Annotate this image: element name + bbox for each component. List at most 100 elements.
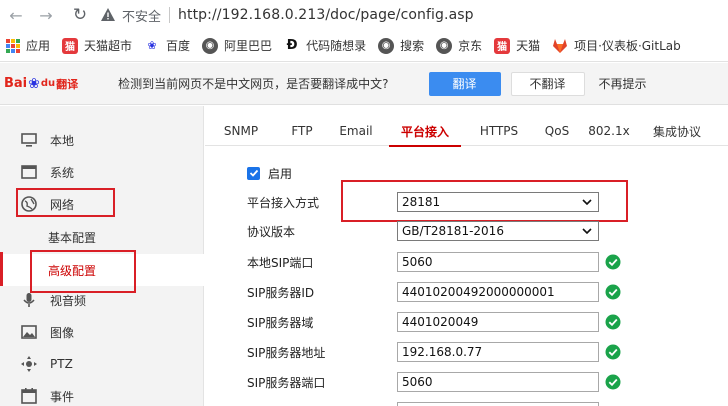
translate-button[interactable]: 翻译: [428, 71, 501, 96]
check-ok-icon: [605, 284, 621, 300]
bookmark-tmall[interactable]: 猫 天猫: [494, 37, 540, 54]
tab-platform-access[interactable]: 平台接入: [385, 116, 465, 147]
chevron-down-icon: [582, 228, 592, 234]
sip-server-id-input[interactable]: 44010200492000000001: [397, 282, 599, 302]
baidu-translate-logo: Bai ❀ du 翻译: [4, 75, 79, 92]
form-row-sip-server-address: SIP服务器地址 192.168.0.77: [247, 341, 621, 363]
warning-icon[interactable]: [100, 7, 116, 23]
check-ok-icon: [605, 314, 621, 330]
form-row-sip-server-domain: SIP服务器域 4401020049: [247, 311, 621, 333]
tmall-icon: 猫: [62, 37, 79, 54]
bookmark-label: 天猫超市: [84, 39, 133, 53]
form-row-sip-server-port: SIP服务器端口 5060: [247, 371, 621, 393]
reload-icon[interactable]: ↻: [70, 5, 90, 25]
protocol-version-select[interactable]: GB/T28181-2016: [397, 221, 599, 241]
form-label: SIP服务器端口: [247, 375, 326, 390]
bookmarks-bar: 应用 猫 天猫超市 ❀ 百度 ◉ 阿里巴巴 Ð 代码随想录 ◉ 搜索 ◉ 京东 …: [0, 30, 728, 62]
sidebar-item-image[interactable]: 图像: [0, 316, 204, 348]
bookmark-code-notes[interactable]: Ð 代码随想录: [284, 37, 366, 54]
globe-icon: ◉: [202, 37, 219, 54]
ptz-icon: [21, 356, 37, 372]
no-translate-button[interactable]: 不翻译: [510, 71, 585, 96]
tab-bar: SNMP FTP Email 平台接入 HTTPS QoS 802.1x 集成协…: [205, 116, 728, 147]
globe-icon: ◉: [378, 37, 395, 54]
tmall-icon: 猫: [494, 37, 511, 54]
form-label: SIP服务器域: [247, 315, 314, 330]
tab-integration-protocol[interactable]: 集成协议: [637, 116, 717, 146]
bookmark-label: 搜索: [400, 39, 425, 53]
enable-label: 启用: [268, 166, 293, 181]
form-row-local-sip-port: 本地SIP端口 5060: [247, 251, 621, 273]
sidebar-item-event[interactable]: 事件: [0, 380, 204, 406]
form-row-protocol-version: 协议版本 GB/T28181-2016: [247, 220, 599, 242]
form-label: SIP服务器ID: [247, 285, 315, 300]
sidebar-item-ptz[interactable]: PTZ: [0, 348, 204, 380]
bookmark-label: 京东: [458, 39, 483, 53]
bookmark-search[interactable]: ◉ 搜索: [378, 37, 424, 54]
sidebar-item-label: 本地: [50, 133, 75, 148]
sidebar-subitem-basic[interactable]: 基本配置: [0, 221, 204, 253]
bookmark-label: 项目·仪表板·GitLab: [574, 39, 681, 53]
address-bar: ← → ↻ 不安全 http://192.168.0.213/doc/page/…: [0, 0, 728, 30]
local-sip-port-input[interactable]: 5060: [397, 252, 599, 272]
insecure-label[interactable]: 不安全: [122, 6, 161, 25]
globe-icon: ◉: [436, 37, 453, 54]
tab-qos[interactable]: QoS: [533, 116, 581, 146]
bookmark-jd[interactable]: ◉ 京东: [436, 37, 482, 54]
sip-server-port-input[interactable]: 5060: [397, 372, 599, 392]
check-ok-icon: [605, 254, 621, 270]
form-label: SIP服务器地址: [247, 345, 326, 360]
bookmark-alibaba[interactable]: ◉ 阿里巴巴: [202, 37, 272, 54]
enable-checkbox[interactable]: [247, 166, 260, 180]
annotation-box-access-mode: [341, 180, 628, 222]
sip-server-domain-input[interactable]: 4401020049: [397, 312, 599, 332]
baidu-paw-icon: ❀: [28, 75, 40, 92]
calendar-icon: [21, 388, 37, 404]
window-icon: [21, 165, 37, 179]
monitor-icon: [21, 133, 37, 147]
back-arrow-icon[interactable]: ←: [6, 5, 26, 25]
translate-message: 检测到当前网页不是中文网页，是否要翻译成中文?: [118, 77, 389, 91]
tab-ftp[interactable]: FTP: [277, 116, 327, 146]
tab-snmp[interactable]: SNMP: [205, 116, 277, 146]
bookmark-label: 百度: [166, 39, 191, 53]
form-row-sip-server-id: SIP服务器ID 44010200492000000001: [247, 281, 621, 303]
config-content: SNMP FTP Email 平台接入 HTTPS QoS 802.1x 集成协…: [205, 106, 728, 406]
baidu-paw-icon: ❀: [144, 37, 161, 54]
sidebar-item-label: 系统: [50, 165, 75, 180]
annotation-box-network: [16, 188, 115, 217]
next-field-partial[interactable]: [397, 402, 599, 406]
forward-arrow-icon[interactable]: →: [36, 5, 56, 25]
tab-https[interactable]: HTTPS: [465, 116, 533, 146]
form-label: 本地SIP端口: [247, 255, 314, 270]
url-box[interactable]: 不安全 http://192.168.0.213/doc/page/config…: [100, 1, 728, 29]
bookmark-label: 阿里巴巴: [224, 39, 273, 53]
check-ok-icon: [605, 374, 621, 390]
bookmark-label: 天猫: [516, 39, 541, 53]
check-ok-icon: [605, 344, 621, 360]
bookmark-label: 应用: [26, 39, 51, 53]
active-indicator: [0, 252, 3, 286]
image-icon: [21, 325, 37, 339]
sidebar-item-label: 图像: [50, 325, 75, 340]
sidebar-item-audio-video[interactable]: 视音频: [0, 284, 204, 316]
form-label: 协议版本: [247, 224, 296, 239]
bookmark-gitlab[interactable]: 项目·仪表板·GitLab: [552, 37, 681, 54]
bookmark-tmall-market[interactable]: 猫 天猫超市: [62, 37, 132, 54]
translate-bar: Bai ❀ du 翻译 检测到当前网页不是中文网页，是否要翻译成中文? 翻译 不…: [0, 63, 728, 105]
url-text[interactable]: http://192.168.0.213/doc/page/config.asp: [178, 7, 474, 23]
sidebar-item-local[interactable]: 本地: [0, 124, 204, 156]
enable-row: 启用: [247, 164, 292, 182]
bookmark-apps[interactable]: 应用: [6, 37, 50, 54]
gitlab-fox-icon: [553, 38, 568, 53]
tab-8021x[interactable]: 802.1x: [581, 116, 637, 146]
never-show-link[interactable]: 不再提示: [599, 75, 647, 92]
tab-email[interactable]: Email: [327, 116, 385, 146]
bookmark-baidu[interactable]: ❀ 百度: [144, 37, 190, 54]
sidebar-item-system[interactable]: 系统: [0, 156, 204, 188]
sidebar-item-label: PTZ: [50, 357, 73, 371]
sidebar-item-label: 视音频: [50, 293, 87, 308]
sip-server-address-input[interactable]: 192.168.0.77: [397, 342, 599, 362]
mic-icon: [23, 293, 35, 307]
letter-d-icon: Ð: [284, 37, 301, 54]
